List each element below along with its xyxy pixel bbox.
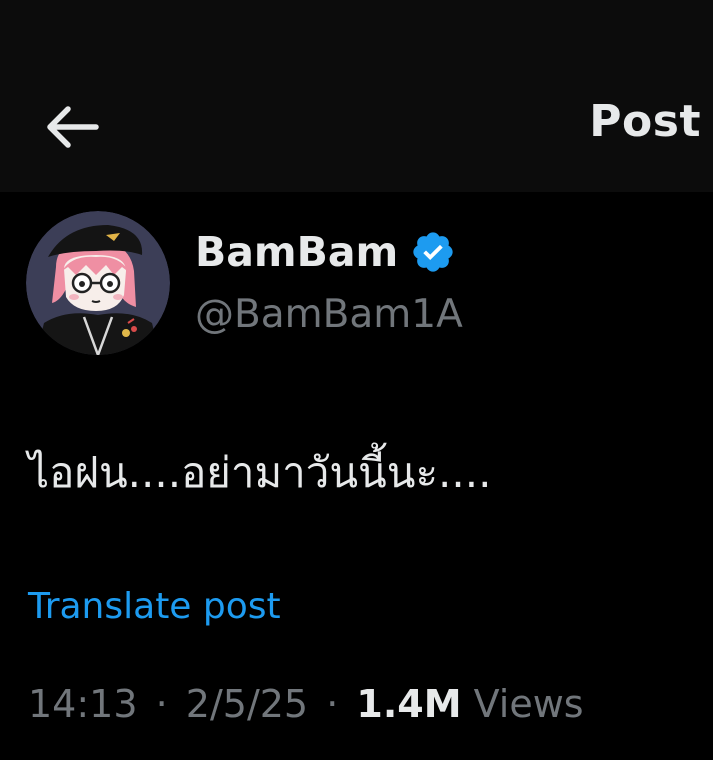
translate-post-link[interactable]: Translate post bbox=[28, 586, 281, 627]
page-title: Post bbox=[589, 96, 701, 147]
author-handle[interactable]: @BamBam1A bbox=[195, 292, 463, 337]
views-label[interactable]: Views bbox=[474, 682, 584, 726]
back-button[interactable] bbox=[36, 96, 108, 158]
display-name[interactable]: BamBam bbox=[195, 228, 398, 276]
post-text: ไอฝน....อย่ามาวันนี้นะ.... bbox=[28, 448, 492, 497]
views-count[interactable]: 1.4M bbox=[356, 682, 461, 726]
avatar[interactable] bbox=[26, 211, 170, 355]
verified-badge-icon bbox=[410, 229, 456, 275]
post-date[interactable]: 2/5/25 bbox=[186, 682, 308, 726]
separator-dot: · bbox=[155, 682, 168, 726]
post-metadata: 14:13 · 2/5/25 · 1.4M Views bbox=[28, 682, 584, 726]
arrow-left-icon bbox=[47, 106, 99, 148]
author-name-row[interactable]: BamBam bbox=[195, 228, 456, 276]
post-time[interactable]: 14:13 bbox=[28, 682, 138, 726]
avatar-illustration bbox=[26, 211, 170, 355]
separator-dot: · bbox=[326, 682, 339, 726]
top-bar: Post bbox=[0, 0, 713, 192]
